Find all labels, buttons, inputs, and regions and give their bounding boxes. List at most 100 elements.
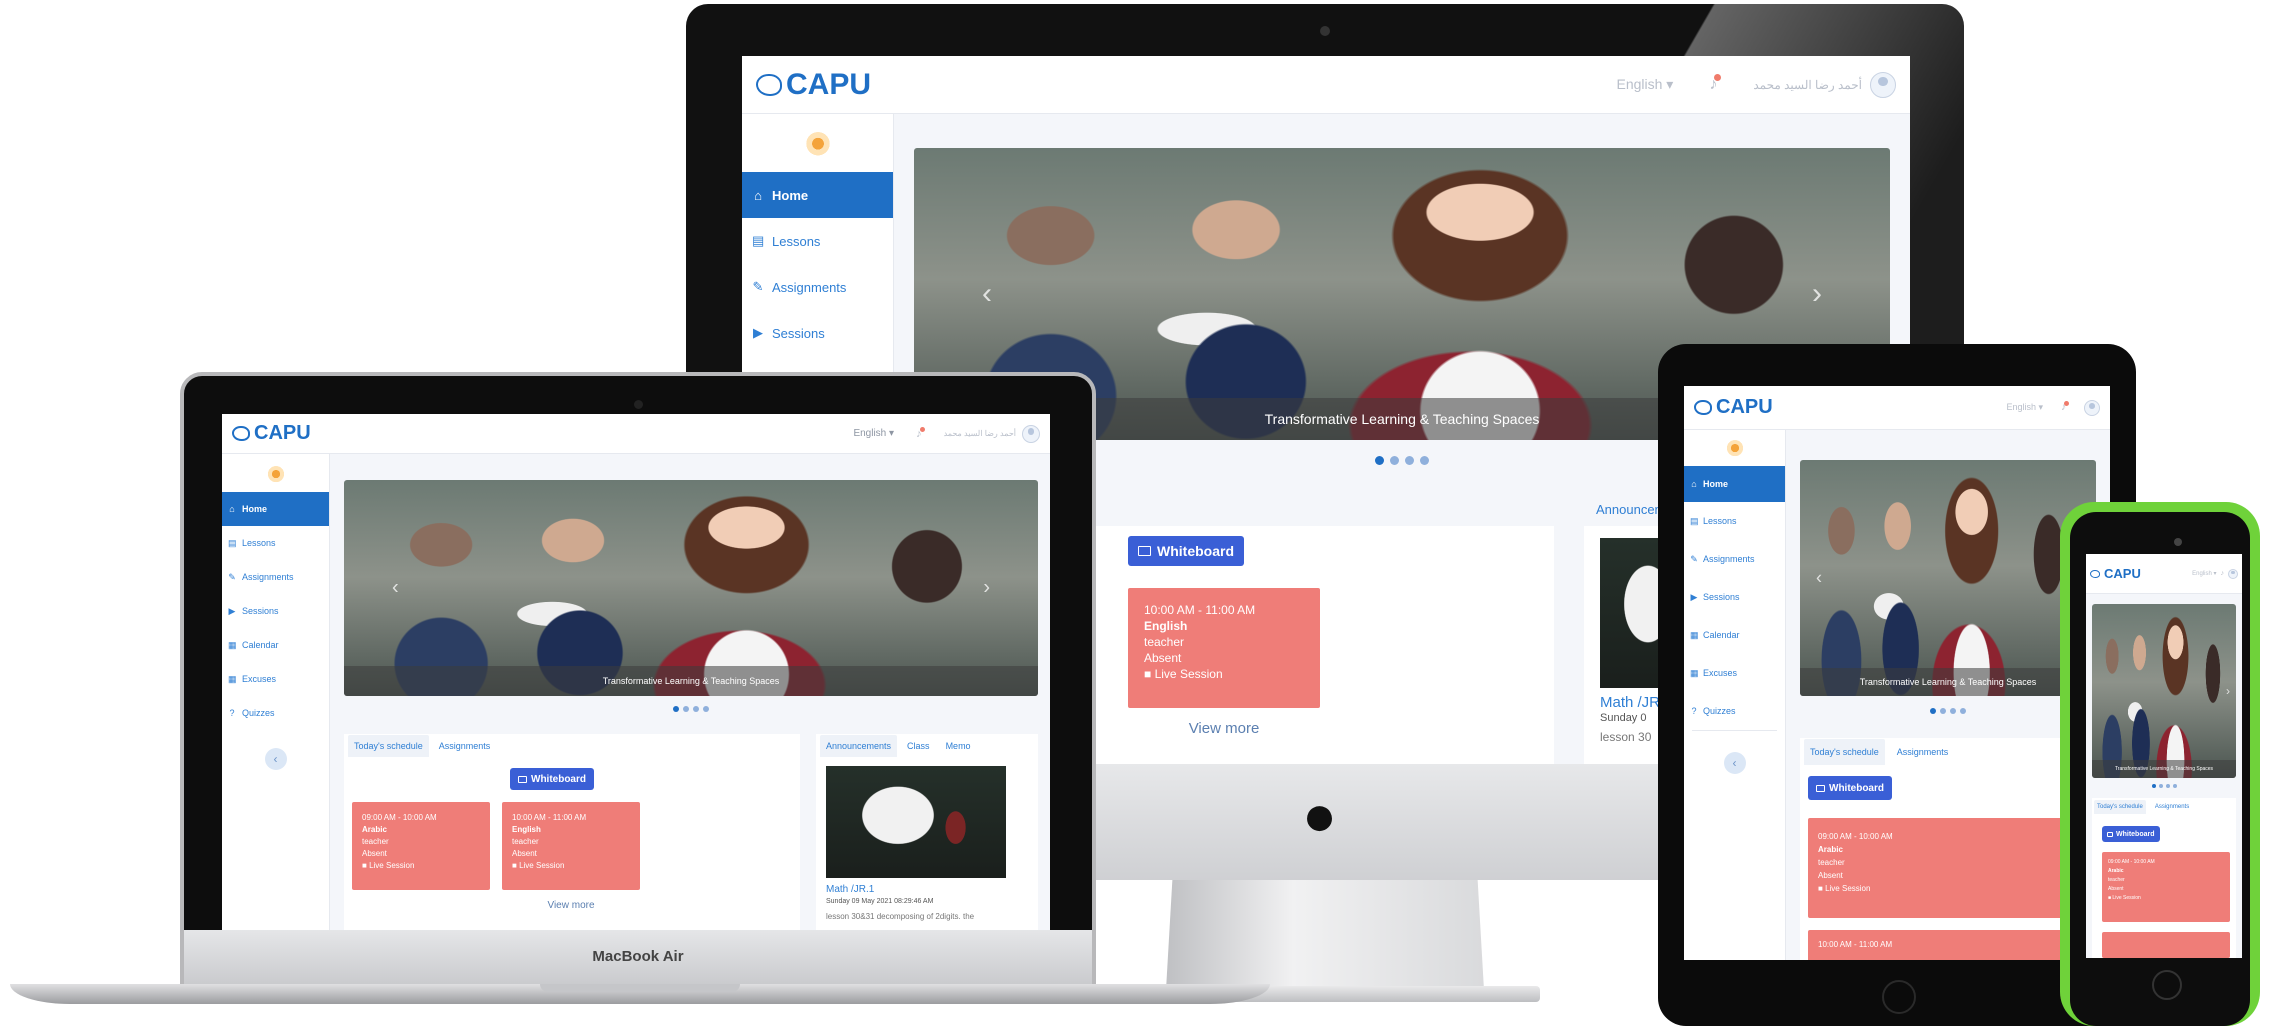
header-right: English ▾ ♪ أحمد رضا السيد محمد bbox=[853, 424, 1040, 443]
avatar[interactable] bbox=[2084, 399, 2100, 416]
sidebar-item-lessons[interactable]: ▤ Lessons bbox=[742, 218, 893, 264]
sidebar-item-assignments[interactable]: ✎ Assignments bbox=[742, 264, 893, 310]
tab-assignments[interactable]: Assignments bbox=[1891, 739, 1955, 765]
home-icon: ⌂ bbox=[754, 187, 762, 203]
logo-mark-icon bbox=[756, 73, 782, 96]
logo-mark-icon bbox=[1694, 400, 1712, 415]
carousel-prev-icon[interactable]: ‹ bbox=[392, 577, 399, 600]
card-role: teacher bbox=[1144, 635, 1185, 649]
language-dropdown[interactable]: English ▾ bbox=[2006, 402, 2043, 413]
app-logo[interactable]: CAPU bbox=[232, 422, 311, 445]
live-session-link[interactable]: ■ Live Session bbox=[362, 860, 480, 872]
sidebar-item-assignments[interactable]: ✎ Assignments bbox=[222, 560, 329, 594]
video-icon: ▶ bbox=[1690, 591, 1698, 602]
app-logo[interactable]: CAPU bbox=[2090, 566, 2141, 581]
live-session-link[interactable]: ■ Live Session bbox=[1144, 666, 1304, 682]
laptop-screen: CAPU English ▾ ♪ أحمد رضا السيد محمد ⌂ Ho… bbox=[222, 414, 1050, 930]
laptop-camera bbox=[634, 400, 643, 409]
sidebar-item-quizzes[interactable]: ? Quizzes bbox=[222, 696, 329, 730]
header-right: English ▾ ♪ أحمد رضا السيد محمد bbox=[1617, 71, 1896, 98]
live-session-link[interactable]: ■ Live Session bbox=[512, 860, 630, 872]
sidebar-item-excuses[interactable]: ▦ Excuses bbox=[1684, 654, 1785, 692]
whiteboard-button[interactable]: Whiteboard bbox=[1808, 776, 1892, 800]
sidebar-item-sessions[interactable]: ▶ Sessions bbox=[222, 594, 329, 628]
sidebar-item-sessions[interactable]: ▶ Sessions bbox=[1684, 578, 1785, 616]
tab-todays-schedule[interactable]: Today's schedule bbox=[2094, 800, 2146, 814]
announcement-title[interactable]: Math /JR.1 bbox=[826, 884, 874, 895]
phone-screen: CAPU English ▾ ♪ › Transformative Learni… bbox=[2086, 554, 2242, 958]
carousel-prev-icon[interactable]: ‹ bbox=[1816, 568, 1822, 589]
whiteboard-button[interactable]: Whiteboard bbox=[510, 768, 594, 790]
sidebar-item-assignments[interactable]: ✎ Assignments bbox=[1684, 540, 1785, 578]
schedule-card[interactable]: 09:00 AM - 10:00 AM Arabic teacher Absen… bbox=[2102, 852, 2230, 922]
schedule-card[interactable] bbox=[2102, 932, 2230, 958]
sidebar-item-lessons[interactable]: ▤ Lessons bbox=[1684, 502, 1785, 540]
avatar[interactable] bbox=[2228, 568, 2238, 579]
tab-assignments[interactable]: Assignments bbox=[433, 735, 497, 757]
sidebar-item-calendar[interactable]: ▦ Calendar bbox=[1684, 616, 1785, 654]
announcement-title[interactable]: Math /JR bbox=[1600, 694, 1660, 711]
schedule-card[interactable]: 09:00 AM - 10:00 AM Arabic teacher Absen… bbox=[352, 802, 490, 890]
carousel-next-icon[interactable]: › bbox=[983, 577, 990, 600]
bell-icon[interactable]: ♪ bbox=[916, 426, 925, 440]
announcement-image[interactable] bbox=[826, 766, 1006, 878]
schedule-card[interactable]: 10:00 AM - 11:00 AM English teacher Abse… bbox=[1128, 588, 1320, 708]
whiteboard-button[interactable]: Whiteboard bbox=[1128, 536, 1244, 566]
live-session-link[interactable]: ■ Live Session bbox=[2108, 894, 2224, 903]
user-menu[interactable]: أحمد رضا السيد محمد bbox=[1753, 71, 1896, 98]
sidebar-item-home[interactable]: ⌂ Home bbox=[742, 172, 893, 218]
sidebar-item-quizzes[interactable]: ? Quizzes bbox=[1684, 692, 1785, 730]
tab-todays-schedule[interactable]: Today's schedule bbox=[1804, 739, 1885, 765]
hero-carousel[interactable]: ‹ Transformative Learning & Teaching Spa… bbox=[1800, 460, 2096, 696]
language-dropdown[interactable]: English ▾ bbox=[853, 428, 894, 439]
book-icon: ▤ bbox=[1690, 515, 1699, 526]
bell-icon[interactable]: ♪ bbox=[1709, 73, 1722, 94]
tab-todays-schedule[interactable]: Today's schedule bbox=[348, 735, 429, 757]
sidebar-item-home[interactable]: ⌂ Home bbox=[1684, 466, 1785, 502]
view-more-link[interactable]: View more bbox=[1128, 720, 1320, 737]
imac-stand bbox=[1166, 880, 1484, 990]
schedule-panel: Today's schedule Assignments Whiteboard … bbox=[2092, 798, 2236, 958]
bell-icon[interactable]: ♪ bbox=[2221, 570, 2225, 577]
tab-memo[interactable]: Memo bbox=[940, 735, 977, 757]
whiteboard-button[interactable]: Whiteboard bbox=[2102, 826, 2160, 842]
app-header: CAPU English ▾ ♪ bbox=[1684, 386, 2110, 430]
schedule-card[interactable]: 10:00 AM - 11:00 AM English teacher Abse… bbox=[502, 802, 640, 890]
carousel-next-icon[interactable]: › bbox=[2226, 684, 2230, 698]
language-dropdown[interactable]: English ▾ bbox=[1617, 76, 1674, 93]
schedule-panel: Today's schedule Assignments Whiteboard … bbox=[344, 734, 800, 930]
sidebar: ⌂ Home ▤ Lessons ✎ Assignments ▶ Sessions ▦ C… bbox=[1684, 430, 1786, 960]
sidebar-item-home[interactable]: ⌂ Home bbox=[222, 492, 329, 526]
sidebar-item-sessions[interactable]: ▶ Sessions bbox=[742, 310, 893, 356]
video-icon: ■ bbox=[1144, 667, 1152, 681]
carousel-dots[interactable] bbox=[344, 706, 1038, 712]
view-more-link[interactable]: View more bbox=[502, 900, 640, 911]
card-subject: English bbox=[1144, 619, 1188, 633]
notification-dot bbox=[919, 426, 925, 432]
live-session-link[interactable]: ■ Live Session bbox=[1818, 882, 2100, 895]
hero-carousel[interactable]: › Transformative Learning & Teaching Spa… bbox=[2092, 604, 2236, 778]
announcement-text: lesson 30&31 decomposing of 2digits. the bbox=[826, 912, 975, 921]
language-dropdown[interactable]: English ▾ bbox=[2192, 570, 2216, 577]
tab-class[interactable]: Class bbox=[901, 735, 936, 757]
carousel-next-icon[interactable]: › bbox=[1812, 277, 1822, 311]
announcement-text: lesson 30 bbox=[1600, 730, 1652, 744]
tab-assignments[interactable]: Assignments bbox=[2152, 800, 2192, 814]
hero-carousel[interactable]: ‹ › Transformative Learning & Teaching S… bbox=[344, 480, 1038, 696]
carousel-prev-icon[interactable]: ‹ bbox=[982, 277, 992, 311]
announcements-partial-tab[interactable]: Announcem bbox=[1596, 502, 1665, 517]
sidebar-item-calendar[interactable]: ▦ Calendar bbox=[222, 628, 329, 662]
bell-icon[interactable]: ♪ bbox=[2061, 401, 2069, 413]
tab-announcements[interactable]: Announcements bbox=[820, 735, 898, 757]
phone-home-button bbox=[2152, 970, 2182, 1000]
announcement-date: Sunday 09 May 2021 08:29:46 AM bbox=[826, 898, 934, 905]
sidebar-item-excuses[interactable]: ▦ Excuses bbox=[222, 662, 329, 696]
carousel-dots[interactable] bbox=[1800, 708, 2096, 714]
user-menu[interactable]: أحمد رضا السيد محمد bbox=[944, 424, 1040, 443]
app-logo[interactable]: CAPU bbox=[1694, 396, 1773, 419]
sidebar-item-lessons[interactable]: ▤ Lessons bbox=[222, 526, 329, 560]
app-logo[interactable]: CAPU bbox=[756, 68, 871, 102]
carousel-dots[interactable] bbox=[2092, 784, 2236, 788]
sidebar-collapse-button[interactable]: ‹ bbox=[1723, 752, 1746, 774]
sidebar-collapse-button[interactable]: ‹ bbox=[264, 748, 287, 770]
